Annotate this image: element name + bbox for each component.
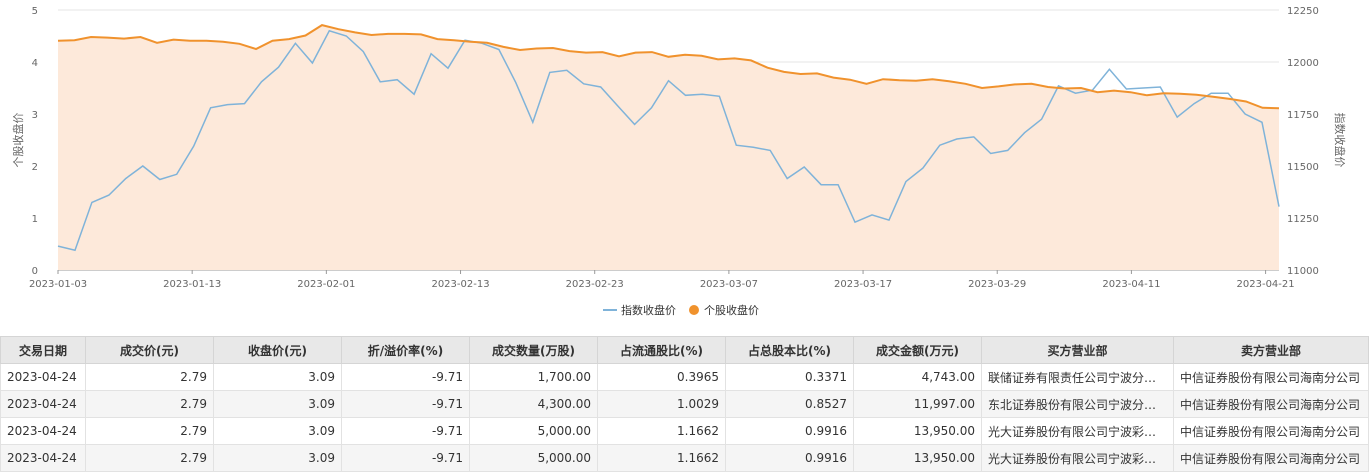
cell-float-ratio: 1.1662 [597,417,726,445]
legend-label: 指数收盘价 [621,303,676,317]
block-trade-table: 交易日期 成交价(元) 收盘价(元) 折/溢价率(%) 成交数量(万股) 占流通… [0,336,1369,472]
y-right-tick-label: 11750 [1287,110,1319,121]
cell-trade-price: 2.79 [85,444,214,472]
table-row: 2023-04-24 2.79 3.09 -9.71 1,700.00 0.39… [0,363,1369,391]
cell-volume: 1,700.00 [469,363,598,391]
table-row: 2023-04-24 2.79 3.09 -9.71 5,000.00 1.16… [0,417,1369,445]
x-tick-label: 2023-04-21 [1237,279,1295,290]
legend-dot-icon [689,305,699,315]
cell-premium-rate: -9.71 [341,444,470,472]
y-left-tick-label: 2 [32,162,38,173]
cell-volume: 5,000.00 [469,417,598,445]
cell-float-ratio: 1.1662 [597,444,726,472]
y-left-tick-label: 0 [32,266,38,277]
y-right-tick-label: 11250 [1287,214,1319,225]
cell-date: 2023-04-24 [0,390,86,418]
table-header-row: 交易日期 成交价(元) 收盘价(元) 折/溢价率(%) 成交数量(万股) 占流通… [0,336,1369,364]
cell-seller: 中信证券股份有限公司海南分公司 [1173,390,1369,418]
cell-buyer: 光大证券股份有限公司宁波彩虹... [981,417,1174,445]
y-left-tick-label: 4 [32,58,38,69]
column-header[interactable]: 买方营业部 [981,336,1174,364]
cell-trade-price: 2.79 [85,363,214,391]
column-header[interactable]: 成交价(元) [85,336,214,364]
cell-amount: 11,997.00 [853,390,982,418]
cell-close-price: 3.09 [213,417,342,445]
cell-premium-rate: -9.71 [341,363,470,391]
legend: 指数收盘价 个股收盘价 [603,303,759,317]
column-header[interactable]: 成交金额(万元) [853,336,982,364]
cell-amount: 13,950.00 [853,417,982,445]
x-tick-label: 2023-01-03 [29,279,87,290]
cell-total-ratio: 0.9916 [725,444,854,472]
y-right-tick-label: 11000 [1287,266,1319,277]
x-tick-label: 2023-01-13 [163,279,221,290]
x-tick-label: 2023-03-29 [968,279,1026,290]
cell-date: 2023-04-24 [0,363,86,391]
column-header[interactable]: 收盘价(元) [213,336,342,364]
cell-buyer: 光大证券股份有限公司宁波彩虹... [981,444,1174,472]
cell-total-ratio: 0.8527 [725,390,854,418]
cell-date: 2023-04-24 [0,444,86,472]
cell-close-price: 3.09 [213,444,342,472]
right-axis-title: 指数收盘价 [1333,113,1347,168]
x-tick-label: 2023-02-01 [297,279,355,290]
cell-buyer: 东北证券股份有限公司宁波分公司 [981,390,1174,418]
cell-close-price: 3.09 [213,390,342,418]
cell-volume: 4,300.00 [469,390,598,418]
cell-close-price: 3.09 [213,363,342,391]
x-tick-label: 2023-02-13 [431,279,489,290]
cell-premium-rate: -9.71 [341,390,470,418]
legend-item-index[interactable]: 指数收盘价 [603,303,676,317]
y-right-tick-label: 11500 [1287,162,1319,173]
x-tick-label: 2023-03-17 [834,279,892,290]
table-row: 2023-04-24 2.79 3.09 -9.71 4,300.00 1.00… [0,390,1369,418]
x-tick-label: 2023-03-07 [700,279,758,290]
column-header[interactable]: 成交数量(万股) [469,336,598,364]
legend-label: 个股收盘价 [704,303,759,317]
x-tick-label: 2023-02-23 [566,279,624,290]
column-header[interactable]: 交易日期 [0,336,86,364]
cell-float-ratio: 0.3965 [597,363,726,391]
y-right-tick-label: 12250 [1287,6,1319,17]
cell-date: 2023-04-24 [0,417,86,445]
column-header[interactable]: 占总股本比(%) [725,336,854,364]
y-right-tick-label: 12000 [1287,58,1319,69]
column-header[interactable]: 折/溢价率(%) [341,336,470,364]
x-tick-label: 2023-04-11 [1102,279,1160,290]
cell-trade-price: 2.79 [85,390,214,418]
table-row: 2023-04-24 2.79 3.09 -9.71 5,000.00 1.16… [0,444,1369,472]
cell-float-ratio: 1.0029 [597,390,726,418]
left-axis-title: 个股收盘价 [11,113,25,168]
cell-amount: 13,950.00 [853,444,982,472]
cell-amount: 4,743.00 [853,363,982,391]
y-left-tick-label: 5 [32,6,38,17]
y-left-tick-label: 3 [32,110,38,121]
y-left-tick-label: 1 [32,214,38,225]
column-header[interactable]: 占流通股比(%) [597,336,726,364]
x-axis-ticks: 2023-01-03 2023-01-13 2023-02-01 2023-02-13… [29,270,1295,290]
cell-seller: 中信证券股份有限公司海南分公司 [1173,363,1369,391]
right-axis-ticks: 11000 11250 11500 11750 12000 12250 [1287,6,1319,277]
cell-buyer: 联储证券有限责任公司宁波分公司 [981,363,1174,391]
cell-total-ratio: 0.9916 [725,417,854,445]
price-chart: 0 1 2 3 4 5 11000 11250 11500 11750 12000 12250 20… [11,6,1347,317]
cell-total-ratio: 0.3371 [725,363,854,391]
cell-trade-price: 2.79 [85,417,214,445]
legend-item-stock[interactable]: 个股收盘价 [689,303,759,317]
cell-seller: 中信证券股份有限公司海南分公司 [1173,444,1369,472]
cell-premium-rate: -9.71 [341,417,470,445]
cell-seller: 中信证券股份有限公司海南分公司 [1173,417,1369,445]
column-header[interactable]: 卖方营业部 [1173,336,1369,364]
left-axis-ticks: 0 1 2 3 4 5 [32,6,38,277]
cell-volume: 5,000.00 [469,444,598,472]
